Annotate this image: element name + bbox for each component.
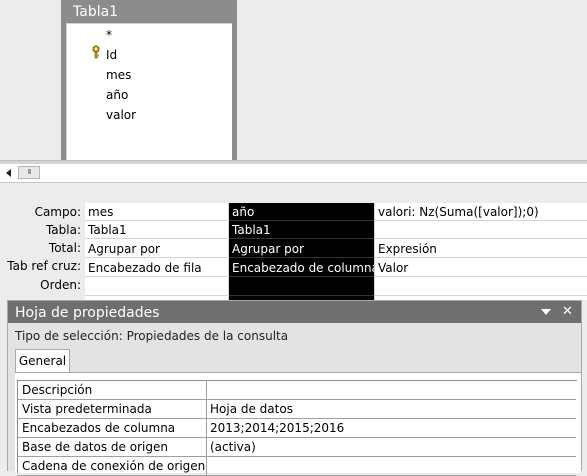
property-name: Encabezados de columna: [18, 419, 207, 437]
field-item-mes[interactable]: mes: [106, 68, 131, 82]
grid-cell-tab-ref-cruz[interactable]: Encabezado de columna: [229, 259, 374, 277]
grid-column-anio-selected[interactable]: año Tabla1 Agrupar por Encabezado de col…: [229, 203, 374, 300]
property-value-input[interactable]: 2013;2014;2015;2016: [207, 419, 575, 437]
query-design-pane: Tabla1 * Id mes año valor: [0, 0, 587, 161]
property-name: Vista predeterminada: [18, 400, 207, 418]
design-grid: Campo: Tabla: Total: Tab ref cruz: Orden…: [0, 183, 587, 300]
dropdown-menu-icon[interactable]: [540, 307, 552, 317]
property-row[interactable]: Base de datos de origen (activa): [18, 438, 576, 457]
scroll-left-arrow-icon[interactable]: [3, 167, 15, 179]
primary-key-icon: [92, 45, 100, 59]
row-label-total: Total:: [48, 241, 81, 255]
row-label-campo: Campo:: [34, 205, 81, 219]
grid-cell-campo[interactable]: mes: [85, 203, 228, 221]
horizontal-scrollbar[interactable]: III: [0, 164, 587, 183]
grid-cell-orden[interactable]: [375, 278, 587, 296]
tab-general[interactable]: General: [15, 349, 70, 372]
field-item-valor[interactable]: valor: [106, 108, 136, 122]
property-row[interactable]: Vista predeterminada Hoja de datos: [18, 400, 576, 419]
property-sheet-header: Hoja de propiedades ✕: [8, 301, 581, 323]
grid-cell-tabla[interactable]: Tabla1: [85, 221, 228, 239]
row-label-tabla: Tabla:: [45, 223, 81, 237]
grid-cell-campo[interactable]: valori: Nz(Suma([valor]);0): [375, 203, 587, 221]
property-row[interactable]: Encabezados de columna 2013;2014;2015;20…: [18, 419, 576, 438]
field-item-all[interactable]: *: [106, 28, 112, 42]
grid-column-valori[interactable]: valori: Nz(Suma([valor]);0) Expresión Va…: [374, 203, 587, 300]
grid-cell-total[interactable]: Expresión: [375, 240, 587, 258]
property-name: Cadena de conexión de origen: [18, 457, 207, 475]
property-table: Descripción Vista predeterminada Hoja de…: [17, 380, 577, 476]
field-list: * Id mes año valor: [66, 23, 232, 161]
property-row[interactable]: Cadena de conexión de origen: [18, 457, 576, 476]
close-icon[interactable]: ✕: [562, 305, 573, 319]
grid-cell-tab-ref-cruz[interactable]: Valor: [375, 259, 587, 277]
grid-column-mes[interactable]: mes Tabla1 Agrupar por Encabezado de fil…: [85, 203, 229, 300]
grid-cell-tabla[interactable]: Tabla1: [229, 221, 374, 239]
property-name: Descripción: [18, 381, 207, 399]
row-label-orden: Orden:: [40, 278, 81, 292]
property-name: Base de datos de origen: [18, 438, 207, 456]
grid-cell-orden[interactable]: [229, 278, 374, 296]
grid-cell-tab-ref-cruz[interactable]: Encabezado de fila: [85, 259, 228, 277]
property-sheet-title: Hoja de propiedades: [15, 305, 160, 321]
table-field-list-window[interactable]: Tabla1 * Id mes año valor: [61, 0, 237, 161]
tab-general-body: Descripción Vista predeterminada Hoja de…: [15, 372, 581, 476]
selection-type-label: Tipo de selección: Propiedades de la con…: [15, 329, 289, 343]
property-row[interactable]: Descripción: [18, 381, 576, 400]
grid-cell-total[interactable]: Agrupar por: [85, 240, 228, 258]
field-item-id[interactable]: Id: [106, 48, 117, 62]
scrollbar-thumb[interactable]: III: [18, 166, 40, 179]
property-value-input[interactable]: [207, 457, 575, 475]
table-title[interactable]: Tabla1: [73, 4, 118, 20]
property-sheet: Hoja de propiedades ✕ Tipo de selección:…: [7, 300, 582, 476]
field-item-anio[interactable]: año: [106, 88, 128, 102]
grid-cell-orden[interactable]: [85, 278, 228, 296]
grid-cell-campo[interactable]: año: [229, 203, 374, 221]
grid-cell-tabla[interactable]: [375, 221, 587, 239]
grid-cell-total[interactable]: Agrupar por: [229, 240, 374, 258]
property-value-input[interactable]: [207, 381, 575, 399]
property-value-input[interactable]: Hoja de datos: [207, 400, 575, 418]
row-label-tab-ref-cruz: Tab ref cruz:: [7, 259, 81, 273]
property-value-input[interactable]: (activa): [207, 438, 575, 456]
